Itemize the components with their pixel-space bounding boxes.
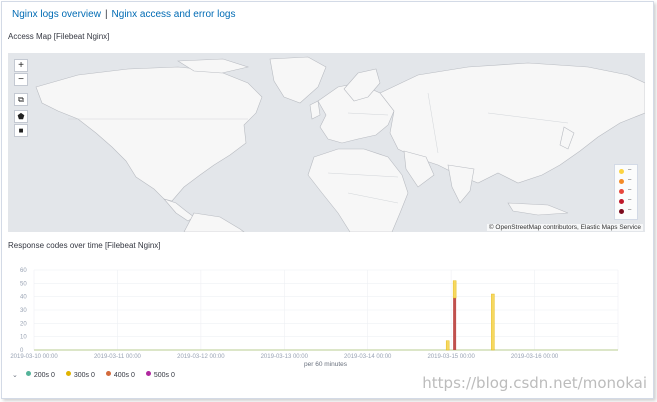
legend-dot-icon xyxy=(619,169,624,174)
map-attribution: © OpenStreetMap contributors, Elastic Ma… xyxy=(486,224,643,231)
legend-dot-icon xyxy=(619,179,624,184)
response-codes-chart-canvas: 01020304050602019-03-10 00:00 2019-03-11 … xyxy=(10,268,619,360)
legend-series-count: 0 xyxy=(130,372,135,379)
y-tick-label: 10 xyxy=(20,335,27,341)
map-legend-item: – xyxy=(619,197,635,206)
chart-xaxis-label: per 60 minutes xyxy=(304,361,347,368)
bar-300s xyxy=(491,293,495,351)
legend-series-count: 0 xyxy=(90,372,95,379)
dashboard-header: Nginx logs overview | Nginx access and err… xyxy=(12,9,236,20)
map-legend-item: – xyxy=(619,207,635,216)
map-legend-item: – xyxy=(619,187,635,196)
legend-item-400s[interactable]: 400s 0 xyxy=(105,371,135,379)
legend-series-name: 200s xyxy=(33,372,50,379)
nginx-overview-link[interactable]: Nginx logs overview xyxy=(12,9,101,20)
nginx-access-error-logs-link[interactable]: Nginx access and error logs xyxy=(112,9,236,20)
x-tick-label: 2019-03-13 00:00 xyxy=(261,354,309,360)
y-tick-label: 40 xyxy=(20,295,27,301)
fit-bounds-button[interactable]: ⧉ xyxy=(14,93,28,106)
map-legend-label: – xyxy=(628,177,632,183)
bar-400s xyxy=(453,298,457,350)
legend-series-count: 0 xyxy=(50,372,55,379)
x-tick-label: 2019-03-11 00:00 xyxy=(94,354,142,360)
x-tick-label: 2019-03-14 00:00 xyxy=(344,354,392,360)
legend-toggle-chevron-icon[interactable]: ⌄ xyxy=(12,371,18,379)
access-map[interactable]: + − ⧉ ⬟ ■ – – – – – © OpenStreetMap cont… xyxy=(8,53,645,232)
zoom-out-button[interactable]: − xyxy=(14,73,28,86)
legend-series-name: 300s xyxy=(73,372,90,379)
response-codes-chart: 0 10 20 30 40 50 60 2019-03-10 00:00 2019-03-11 … xyxy=(8,262,643,374)
legend-series-name: 400s xyxy=(113,372,130,379)
y-tick-label: 60 xyxy=(20,268,27,274)
y-tick-label: 50 xyxy=(20,281,27,287)
y-tick-label: 30 xyxy=(20,308,27,314)
zoom-in-button[interactable]: + xyxy=(14,59,28,72)
land-south-america xyxy=(183,212,245,232)
legend-item-300s[interactable]: 300s 0 xyxy=(65,371,95,379)
legend-dot-icon xyxy=(105,371,111,376)
map-panel-title: Access Map [Filebeat Nginx] xyxy=(8,32,110,41)
bar-300s xyxy=(452,280,457,299)
legend-item-200s[interactable]: 200s 0 xyxy=(25,371,55,379)
map-legend-label: – xyxy=(628,187,632,193)
x-tick-label: 2019-03-15 00:00 xyxy=(427,354,475,360)
land-india xyxy=(447,164,475,204)
map-legend-label: – xyxy=(628,167,632,173)
header-separator: | xyxy=(104,9,108,20)
legend-dot-icon xyxy=(65,371,71,376)
legend-series-name: 500s xyxy=(153,372,170,379)
x-tick-label: 2019-03-16 00:00 xyxy=(511,354,559,360)
land-greenland xyxy=(269,56,327,104)
land-north-america xyxy=(35,66,263,202)
map-legend-item: – xyxy=(619,167,635,176)
legend-item-500s[interactable]: 500s 0 xyxy=(145,371,175,379)
bar-300s xyxy=(445,340,450,351)
legend-dot-icon xyxy=(619,199,624,204)
map-legend-label: – xyxy=(628,207,632,213)
legend-dot-icon xyxy=(619,209,624,214)
map-legend: – – – – – xyxy=(614,164,638,220)
land-africa xyxy=(307,148,409,232)
chart-panel-title: Response codes over time [Filebeat Nginx… xyxy=(8,241,161,250)
map-legend-label: – xyxy=(628,197,632,203)
legend-dot-icon xyxy=(25,371,31,376)
y-tick-label: 20 xyxy=(20,321,27,327)
land-uk xyxy=(309,100,321,120)
draw-polygon-button[interactable]: ⬟ xyxy=(14,110,28,123)
world-map-canvas xyxy=(35,56,645,232)
legend-series-count: 0 xyxy=(170,372,175,379)
watermark-text: https://blog.csdn.net/monokai xyxy=(422,374,647,392)
chart-legend: ⌄ 200s 0 300s 0 400s 0 500s 0 xyxy=(12,371,184,379)
map-legend-item: – xyxy=(619,177,635,186)
legend-dot-icon xyxy=(619,189,624,194)
draw-rectangle-button[interactable]: ■ xyxy=(14,124,28,137)
legend-dot-icon xyxy=(145,371,151,376)
land-central-america xyxy=(163,198,195,222)
x-tick-label: 2019-03-10 00:00 xyxy=(10,354,58,360)
land-indonesia xyxy=(507,202,569,216)
x-tick-label: 2019-03-12 00:00 xyxy=(177,354,225,360)
